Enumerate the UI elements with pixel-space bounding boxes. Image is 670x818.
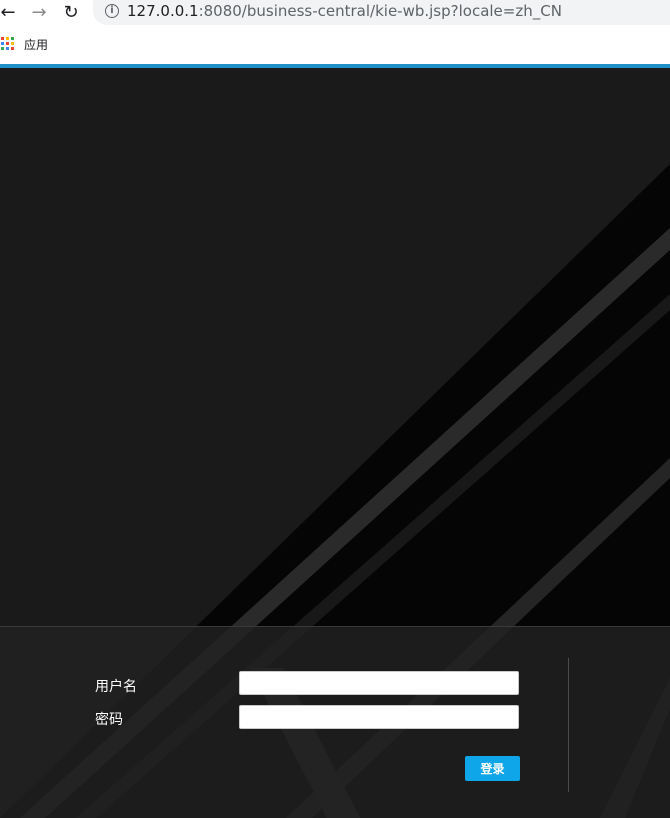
- login-page: 用户名 密码 登录: [0, 68, 670, 818]
- url-path: :8080/business-central/kie-wb.jsp?locale…: [198, 2, 562, 20]
- vertical-divider: [568, 658, 569, 792]
- apps-bookmark-label[interactable]: 应用: [24, 36, 48, 53]
- password-input[interactable]: [239, 705, 519, 729]
- login-form-panel: 用户名 密码 登录: [0, 626, 670, 818]
- back-arrow-icon[interactable]: ←: [0, 0, 18, 24]
- url-host: 127.0.0.1: [127, 2, 199, 20]
- info-icon[interactable]: i: [105, 4, 119, 18]
- username-input[interactable]: [239, 671, 519, 695]
- browser-chrome: ← → ↻ i 127.0.0.1:8080/business-central/…: [0, 0, 670, 64]
- address-bar[interactable]: i 127.0.0.1:8080/business-central/kie-wb…: [93, 0, 670, 25]
- login-button[interactable]: 登录: [465, 756, 520, 781]
- bookmarks-bar: 应用: [0, 30, 670, 58]
- forward-arrow-icon[interactable]: →: [29, 0, 49, 24]
- url-text[interactable]: 127.0.0.1:8080/business-central/kie-wb.j…: [127, 2, 562, 20]
- username-label: 用户名: [95, 679, 137, 695]
- password-label: 密码: [95, 712, 123, 728]
- reload-icon[interactable]: ↻: [61, 0, 81, 24]
- apps-grid-icon[interactable]: [1, 37, 15, 51]
